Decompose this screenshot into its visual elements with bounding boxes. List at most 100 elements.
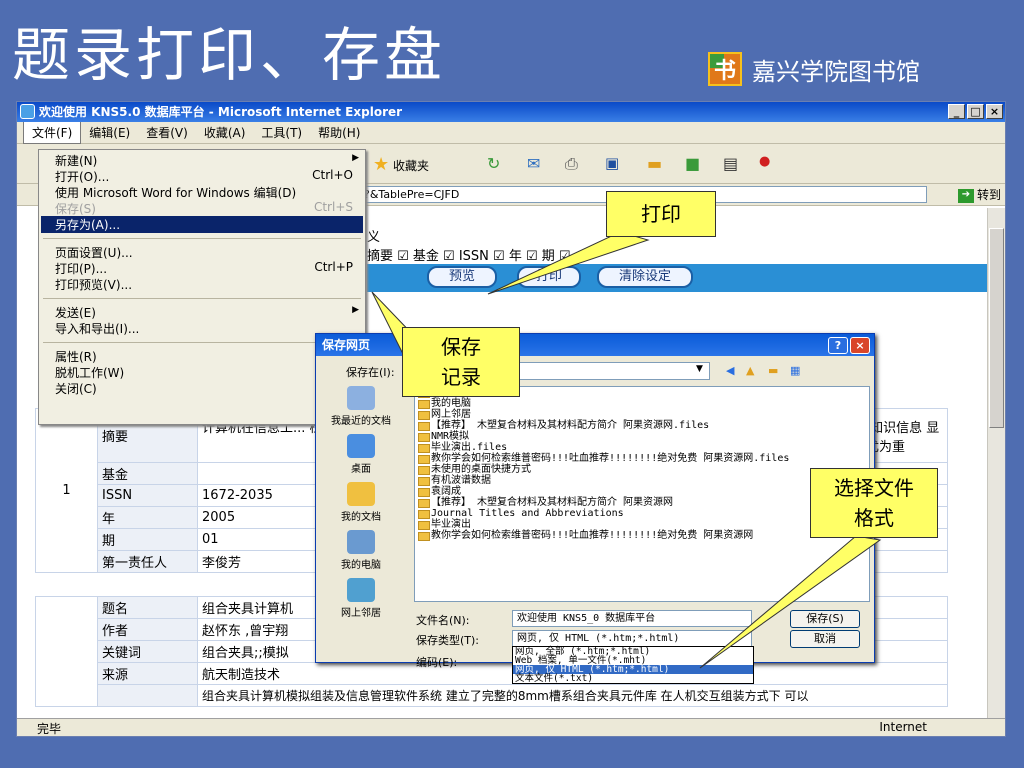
window-title: 欢迎使用 KNS5.0 数据库平台 - Microsoft Internet E…	[39, 105, 403, 119]
history-icon[interactable]: ↻	[487, 154, 500, 173]
status-bar: 完毕 Internet	[17, 718, 1005, 736]
favorites-button[interactable]: ★ 收藏夹	[373, 154, 429, 175]
clear-settings-button[interactable]: 清除设定	[597, 266, 693, 288]
dropdown-option[interactable]: 文本文件(*.txt)	[513, 674, 753, 684]
go-button[interactable]: ➔ 转到	[957, 186, 1001, 203]
shortcut-open: Ctrl+O	[312, 168, 353, 182]
menu-item-page-setup[interactable]: 页面设置(U)...	[55, 244, 133, 261]
menu-separator	[43, 342, 361, 343]
extension-icon[interactable]: ●	[759, 154, 770, 169]
views-icon[interactable]: ▦	[790, 364, 800, 377]
menu-item-save-as[interactable]: 另存为(A)...	[55, 216, 120, 233]
menu-item-import-export[interactable]: 导入和导出(I)...	[55, 320, 139, 337]
menu-item-open[interactable]: 打开(O)...	[55, 168, 109, 185]
documents-icon	[347, 482, 375, 506]
submenu-arrow-icon: ▶	[352, 305, 359, 315]
cancel-button[interactable]: 取消	[790, 630, 860, 648]
back-icon[interactable]: ◀	[726, 364, 734, 377]
dropdown-arrow-icon[interactable]: ▼	[696, 364, 703, 374]
menu-tools[interactable]: 工具(T)	[253, 122, 310, 143]
star-icon: ★	[373, 154, 390, 175]
list-item[interactable]: 我的电脑	[415, 398, 869, 409]
menu-item-offline[interactable]: 脱机工作(W)	[55, 364, 124, 381]
menu-item-print-preview[interactable]: 打印预览(V)...	[55, 276, 132, 293]
filename-input[interactable]: 欢迎使用 KNS5_0 数据库平台	[512, 610, 752, 627]
place-network[interactable]: 网上邻居	[322, 578, 400, 619]
dialog-title: 保存网页	[322, 338, 371, 352]
vertical-scrollbar[interactable]	[987, 208, 1005, 722]
slide-title: 题录打印、存盘	[12, 21, 447, 89]
mail-icon[interactable]: ✉	[527, 154, 540, 173]
type-select[interactable]: 网页, 仅 HTML (*.htm;*.html)	[512, 630, 752, 647]
edit-icon[interactable]: ▣	[605, 154, 619, 172]
menu-item-print[interactable]: 打印(P)...	[55, 260, 107, 277]
print-icon[interactable]: ⎙	[565, 154, 578, 174]
list-item[interactable]: 【推荐】 木塑复合材料及其材料配方简介 阿果资源网.files	[415, 420, 869, 431]
list-item[interactable]: Journal Titles and Abbreviations	[415, 508, 869, 519]
minimize-button[interactable]: _	[948, 104, 965, 119]
save-in-label: 保存在(I):	[346, 366, 395, 379]
go-arrow-icon: ➔	[957, 188, 974, 203]
new-folder-icon[interactable]: ▬	[768, 364, 778, 377]
dialog-close-icon[interactable]: ×	[850, 337, 870, 354]
library-name: 嘉兴学院图书馆	[752, 58, 920, 86]
logo-char: 书	[713, 59, 736, 84]
menu-file[interactable]: 文件(F)	[23, 121, 82, 144]
shortcut-print: Ctrl+P	[314, 260, 353, 274]
place-label: 我的电脑	[341, 560, 381, 571]
place-computer[interactable]: 我的电脑	[322, 530, 400, 571]
definition-text: 义	[367, 230, 381, 245]
menu-item-close[interactable]: 关闭(C)	[55, 380, 97, 397]
print-button[interactable]: 打印	[517, 266, 581, 288]
library-logo: 书	[708, 52, 742, 86]
maximize-button[interactable]: □	[967, 104, 984, 119]
research-icon[interactable]: ▤	[723, 154, 738, 173]
list-item[interactable]: NMR模拟	[415, 431, 869, 442]
type-dropdown: 网页, 全部 (*.htm;*.html) Web 档案, 单一文件(*.mht…	[512, 646, 754, 684]
list-item[interactable]: 网上邻居	[415, 409, 869, 420]
menu-favorites[interactable]: 收藏(A)	[196, 122, 254, 143]
list-item[interactable]: 袁阔成	[415, 486, 869, 497]
close-button[interactable]: ×	[986, 104, 1003, 119]
dialog-title-bar: 保存网页 ? ×	[316, 334, 874, 356]
menu-item-properties[interactable]: 属性(R)	[55, 348, 97, 365]
list-item[interactable]: 【推荐】 木塑复合材料及其材料配方简介 阿果资源网	[415, 497, 869, 508]
menu-item-new[interactable]: 新建(N)	[55, 152, 97, 169]
place-desktop[interactable]: 桌面	[322, 434, 400, 475]
folder-icon[interactable]: ▬	[647, 154, 662, 173]
save-button[interactable]: 保存(S)	[790, 610, 860, 628]
field-label: 基金	[97, 462, 198, 485]
list-item[interactable]: 毕业演出	[415, 519, 869, 530]
recent-icon	[347, 386, 375, 410]
field-label: 关键词	[97, 640, 198, 663]
menu-item-send[interactable]: 发送(E)	[55, 304, 96, 321]
preview-button[interactable]: 预览	[427, 266, 497, 288]
menu-item-edit-word[interactable]: 使用 Microsoft Word for Windows 编辑(D)	[55, 184, 296, 201]
field-label: ISSN	[97, 484, 198, 507]
menu-view[interactable]: 查看(V)	[138, 122, 196, 143]
scroll-thumb[interactable]	[989, 228, 1004, 428]
list-item[interactable]: 教你学会如何检索维普密码!!!吐血推荐!!!!!!!!绝对免费 阿果资源网	[415, 530, 869, 541]
menu-separator	[43, 298, 361, 299]
list-item[interactable]: 有机波谱数据	[415, 475, 869, 486]
type-label: 保存类型(T):	[416, 634, 480, 647]
field-label: 期	[97, 528, 198, 551]
help-icon[interactable]: ?	[828, 337, 848, 354]
list-item[interactable]: 未使用的桌面快捷方式	[415, 464, 869, 475]
field-checkboxes[interactable]: 摘要 ☑ 基金 ☑ ISSN ☑ 年 ☑ 期 ☑	[367, 245, 571, 264]
field-label: 第一责任人	[97, 550, 198, 573]
field-label: 来源	[97, 662, 198, 685]
up-folder-icon[interactable]: ▲	[746, 364, 754, 377]
place-documents[interactable]: 我的文档	[322, 482, 400, 523]
save-dialog: 保存网页 ? × 保存在(I): ▼ ◀ ▲ ▬ ▦ 我最近的文档 桌面 我的文档…	[315, 333, 875, 669]
menu-help[interactable]: 帮助(H)	[310, 122, 368, 143]
place-recent[interactable]: 我最近的文档	[322, 386, 400, 427]
network-icon	[347, 578, 375, 602]
places-bar: 我最近的文档 桌面 我的文档 我的电脑 网上邻居	[322, 386, 400, 626]
list-item[interactable]: 毕业演出.files	[415, 442, 869, 453]
list-item[interactable]: 教你学会如何检索维普密码!!!吐血推荐!!!!!!!!绝对免费 阿果资源网.fi…	[415, 453, 869, 464]
desktop-icon	[347, 434, 375, 458]
messenger-icon[interactable]: ■	[685, 154, 700, 173]
file-list[interactable]: 我的文档 我的电脑 网上邻居 【推荐】 木塑复合材料及其材料配方简介 阿果资源网…	[414, 386, 870, 602]
menu-edit[interactable]: 编辑(E)	[81, 122, 138, 143]
